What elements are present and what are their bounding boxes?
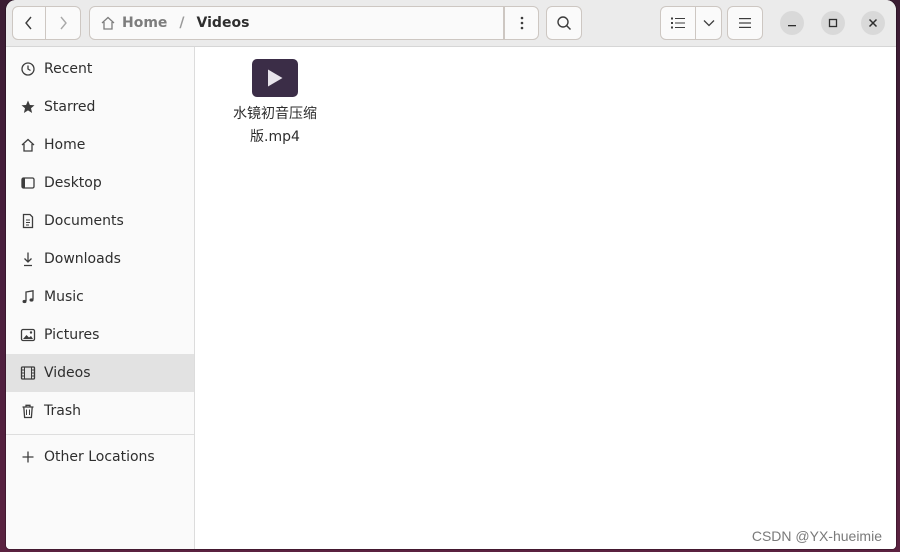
sidebar-item-home[interactable]: Home (6, 126, 194, 164)
sidebar-item-label: Downloads (44, 251, 121, 267)
sidebar-item-label: Recent (44, 61, 93, 77)
path-separator: / (179, 15, 185, 31)
home-icon (19, 136, 37, 154)
star-icon (19, 98, 37, 116)
plus-icon (19, 448, 37, 466)
home-icon (101, 16, 115, 30)
search-icon (557, 16, 572, 31)
sidebar-item-music[interactable]: Music (6, 278, 194, 316)
sidebar-item-downloads[interactable]: Downloads (6, 240, 194, 278)
maximize-button[interactable] (821, 11, 845, 35)
chevron-down-icon (703, 20, 714, 27)
document-icon (19, 212, 37, 230)
close-icon (868, 18, 878, 28)
view-options-button[interactable] (695, 6, 722, 40)
sidebar-item-desktop[interactable]: Desktop (6, 164, 194, 202)
list-view-button[interactable] (660, 6, 696, 40)
sidebar-item-label: Desktop (44, 175, 102, 191)
path-breadcrumb[interactable]: Home / Videos (89, 6, 504, 40)
minimize-button[interactable] (780, 11, 804, 35)
film-icon (19, 364, 37, 382)
sidebar-item-label: Other Locations (44, 449, 155, 465)
sidebar-item-label: Documents (44, 213, 124, 229)
chevron-right-icon (60, 16, 67, 30)
sidebar-item-pictures[interactable]: Pictures (6, 316, 194, 354)
sidebar-item-label: Music (44, 289, 84, 305)
path-menu-button[interactable] (504, 6, 539, 40)
close-button[interactable] (861, 11, 885, 35)
sidebar-item-recent[interactable]: Recent (6, 50, 194, 88)
list-view-icon (671, 17, 685, 29)
file-name: 水镜初音压缩版.mp4 (233, 106, 317, 145)
sidebar: Recent Starred Home Desktop Documents Do… (6, 47, 195, 549)
vertical-dots-icon (520, 16, 523, 30)
sidebar-item-label: Home (44, 137, 86, 153)
header-bar: Home / Videos (6, 0, 896, 47)
path-current[interactable]: Videos (197, 15, 250, 31)
path-home[interactable]: Home (122, 15, 167, 31)
file-item[interactable]: 水镜初音压缩版.mp4 (231, 59, 319, 149)
trash-icon (19, 402, 37, 420)
video-thumbnail-icon (252, 59, 298, 97)
sidebar-item-documents[interactable]: Documents (6, 202, 194, 240)
clock-icon (19, 60, 37, 78)
sidebar-item-trash[interactable]: Trash (6, 392, 194, 430)
picture-icon (19, 326, 37, 344)
minimize-icon (788, 25, 796, 27)
desktop-icon (19, 174, 37, 192)
forward-button[interactable] (45, 6, 81, 40)
sidebar-item-videos[interactable]: Videos (6, 354, 194, 392)
path-bar: Home / Videos (89, 6, 539, 40)
sidebar-item-label: Trash (44, 403, 81, 419)
main-menu-button[interactable] (727, 6, 763, 40)
watermark-text: CSDN @YX-hueimie (751, 528, 882, 544)
maximize-icon (828, 18, 838, 28)
search-button[interactable] (546, 6, 582, 40)
file-manager-window: Home / Videos Recent Starred Home Deskto… (6, 0, 896, 549)
sidebar-item-label: Pictures (44, 327, 100, 343)
back-button[interactable] (12, 6, 46, 40)
sidebar-item-label: Videos (44, 365, 91, 381)
chevron-left-icon (25, 16, 32, 30)
music-icon (19, 288, 37, 306)
sidebar-item-starred[interactable]: Starred (6, 88, 194, 126)
file-view: 水镜初音压缩版.mp4 (195, 47, 896, 549)
sidebar-item-label: Starred (44, 99, 96, 115)
sidebar-divider (6, 434, 194, 435)
sidebar-item-other-locations[interactable]: Other Locations (6, 438, 194, 476)
download-icon (19, 250, 37, 268)
hamburger-menu-icon (739, 18, 751, 28)
